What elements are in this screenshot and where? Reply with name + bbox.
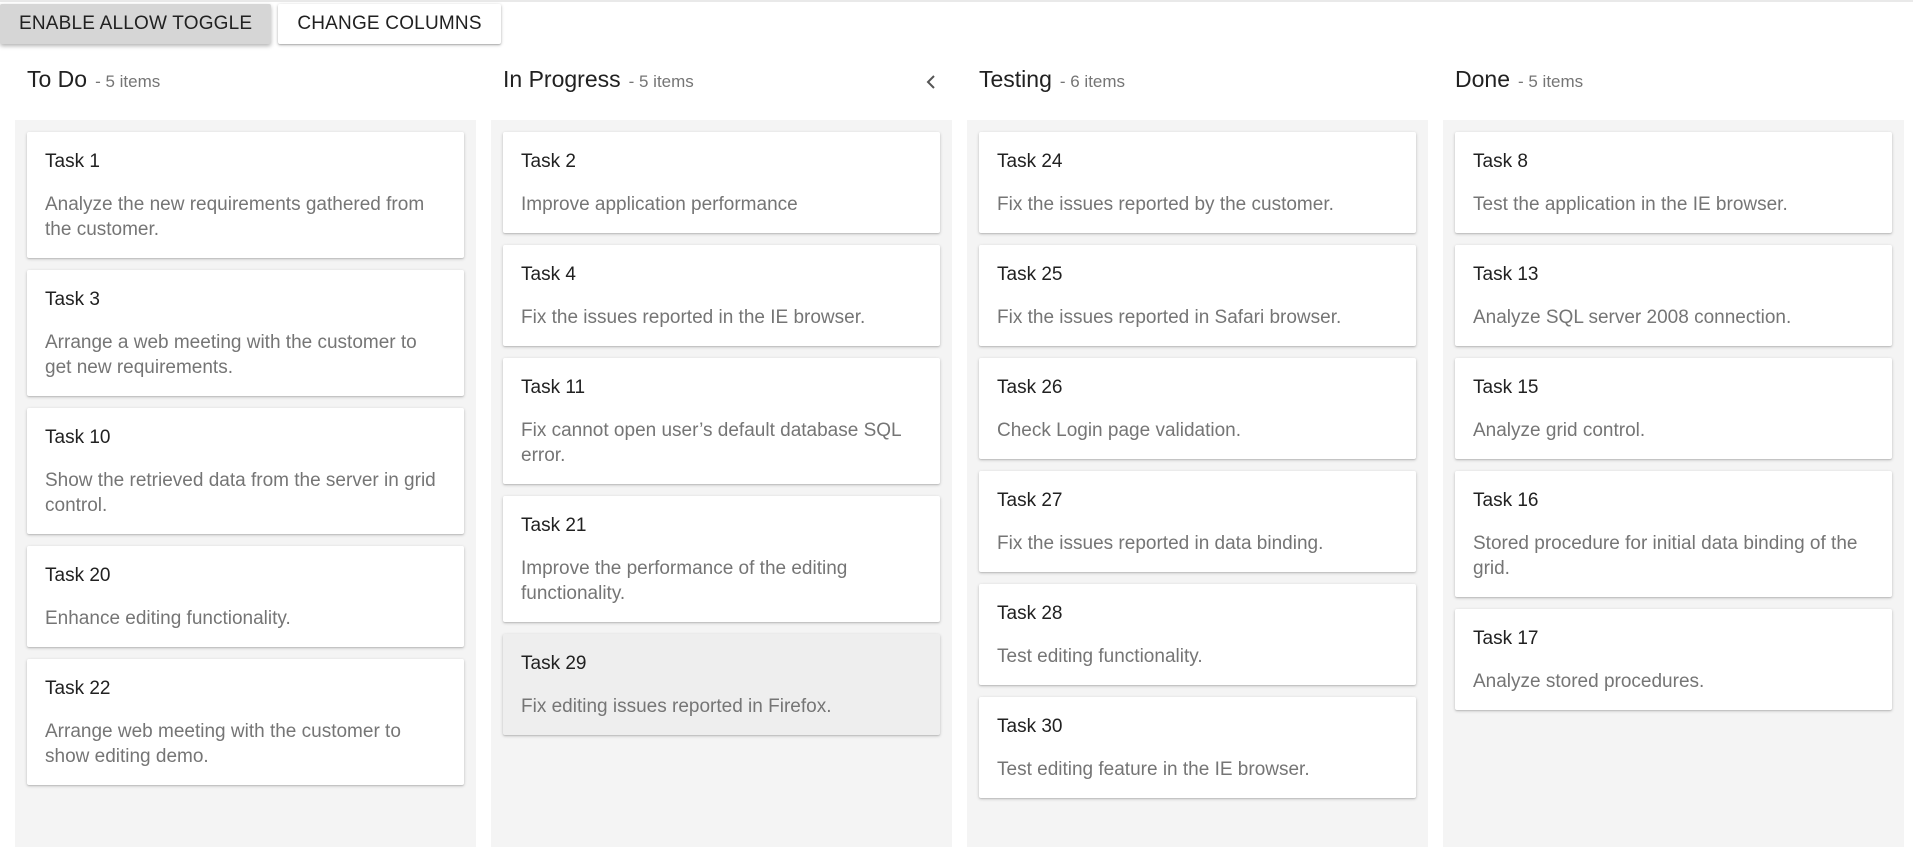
card-title: Task 20: [45, 565, 111, 586]
kanban-card[interactable]: Task 2 Improve application performance: [503, 132, 940, 233]
card-description: Improve the performance of the editing f…: [521, 558, 848, 604]
card-title: Task 16: [1473, 490, 1539, 511]
kanban-card[interactable]: Task 22 Arrange web meeting with the cust…: [27, 659, 464, 785]
card-title: Task 4: [521, 264, 576, 285]
kanban-card[interactable]: Task 29 Fix editing issues reported in Fi…: [503, 634, 940, 735]
column-done: Task 8 Test the application in the IE bro…: [1443, 120, 1904, 847]
card-title: Task 30: [997, 716, 1063, 737]
kanban-card[interactable]: Task 13 Analyze SQL server 2008 connectio…: [1455, 245, 1892, 346]
kanban-card[interactable]: Task 10 Show the retrieved data from the …: [27, 408, 464, 534]
change-columns-button[interactable]: CHANGE COLUMNS: [278, 4, 501, 44]
enable-allow-toggle-button[interactable]: ENABLE ALLOW TOGGLE: [0, 4, 272, 44]
kanban-card[interactable]: Task 30 Test editing feature in the IE br…: [979, 697, 1416, 798]
card-title: Task 15: [1473, 377, 1539, 398]
card-title: Task 11: [521, 377, 586, 398]
card-description: Analyze stored procedures.: [1473, 671, 1705, 692]
card-title: Task 1: [45, 151, 100, 172]
card-description: Improve application performance: [521, 194, 798, 215]
card-description: Arrange web meeting with the customer to…: [45, 721, 401, 767]
column-todo: Task 1 Analyze the new requirements gathe…: [15, 120, 476, 847]
card-description: Show the retrieved data from the server …: [45, 470, 436, 516]
toolbar: ENABLE ALLOW TOGGLE CHANGE COLUMNS: [0, 4, 501, 44]
card-description: Analyze the new requirements gathered fr…: [45, 194, 425, 240]
column-item-count: - 5 items: [628, 72, 694, 91]
kanban-card[interactable]: Task 16 Stored procedure for initial data…: [1455, 471, 1892, 597]
column-header-todo: To Do - 5 items: [27, 66, 160, 98]
card-title: Task 24: [997, 151, 1063, 172]
card-description: Fix the issues reported in the IE browse…: [521, 307, 866, 328]
card-description: Fix cannot open user’s default database …: [521, 420, 901, 466]
column-title: In Progress: [503, 66, 621, 92]
kanban-card[interactable]: Task 26 Check Login page validation.: [979, 358, 1416, 459]
card-description: Test editing feature in the IE browser.: [997, 759, 1310, 780]
column-in-progress: Task 2 Improve application performance Tas…: [491, 120, 952, 847]
kanban-card[interactable]: Task 20 Enhance editing functionality.: [27, 546, 464, 647]
card-title: Task 3: [45, 289, 100, 310]
kanban-card[interactable]: Task 21 Improve the performance of the ed…: [503, 496, 940, 622]
card-description: Test editing functionality.: [997, 646, 1203, 667]
card-description: Fix the issues reported in data binding.: [997, 533, 1324, 554]
column-testing: Task 24 Fix the issues reported by the cu…: [967, 120, 1428, 847]
kanban-card[interactable]: Task 17 Analyze stored procedures.: [1455, 609, 1892, 710]
kanban-card[interactable]: Task 3 Arrange a web meeting with the cus…: [27, 270, 464, 396]
card-title: Task 21: [521, 515, 587, 536]
kanban-card[interactable]: Task 8 Test the application in the IE bro…: [1455, 132, 1892, 233]
card-title: Task 13: [1473, 264, 1539, 285]
card-description: Analyze SQL server 2008 connection.: [1473, 307, 1792, 328]
card-description: Fix the issues reported by the customer.: [997, 194, 1334, 215]
card-description: Analyze grid control.: [1473, 420, 1646, 441]
kanban-card[interactable]: Task 28 Test editing functionality.: [979, 584, 1416, 685]
card-title: Task 22: [45, 678, 111, 699]
card-title: Task 27: [997, 490, 1063, 511]
card-description: Stored procedure for initial data bindin…: [1473, 533, 1858, 579]
column-header-done: Done - 5 items: [1455, 66, 1583, 98]
card-description: Fix the issues reported in Safari browse…: [997, 307, 1342, 328]
card-description: Check Login page validation.: [997, 420, 1242, 441]
kanban-card[interactable]: Task 27 Fix the issues reported in data b…: [979, 471, 1416, 572]
card-description: Fix editing issues reported in Firefox.: [521, 696, 832, 717]
top-divider: [0, 0, 1913, 2]
card-title: Task 8: [1473, 151, 1528, 172]
kanban-card[interactable]: Task 15 Analyze grid control.: [1455, 358, 1892, 459]
card-title: Task 25: [997, 264, 1063, 285]
column-item-count: - 5 items: [95, 72, 161, 91]
card-title: Task 17: [1473, 628, 1539, 649]
column-title: Done: [1455, 66, 1510, 92]
column-item-count: - 6 items: [1059, 72, 1126, 91]
card-title: Task 29: [521, 653, 587, 674]
chevron-left-icon[interactable]: [917, 68, 945, 96]
card-title: Task 2: [521, 151, 576, 172]
card-title: Task 10: [45, 427, 111, 448]
kanban-card[interactable]: Task 1 Analyze the new requirements gathe…: [27, 132, 464, 258]
column-header-in-progress: In Progress - 5 items: [503, 66, 694, 98]
card-title: Task 28: [997, 603, 1063, 624]
column-title: To Do: [27, 66, 88, 92]
kanban-card[interactable]: Task 4 Fix the issues reported in the IE …: [503, 245, 940, 346]
column-header-testing: Testing - 6 items: [979, 66, 1125, 98]
card-description: Test the application in the IE browser.: [1473, 194, 1788, 215]
kanban-card[interactable]: Task 11 Fix cannot open user’s default da…: [503, 358, 940, 484]
card-description: Arrange a web meeting with the customer …: [45, 332, 417, 378]
card-title: Task 26: [997, 377, 1063, 398]
column-title: Testing: [979, 66, 1052, 92]
column-item-count: - 5 items: [1517, 72, 1584, 91]
kanban-card[interactable]: Task 24 Fix the issues reported by the cu…: [979, 132, 1416, 233]
card-description: Enhance editing functionality.: [45, 608, 291, 629]
kanban-card[interactable]: Task 25 Fix the issues reported in Safari…: [979, 245, 1416, 346]
